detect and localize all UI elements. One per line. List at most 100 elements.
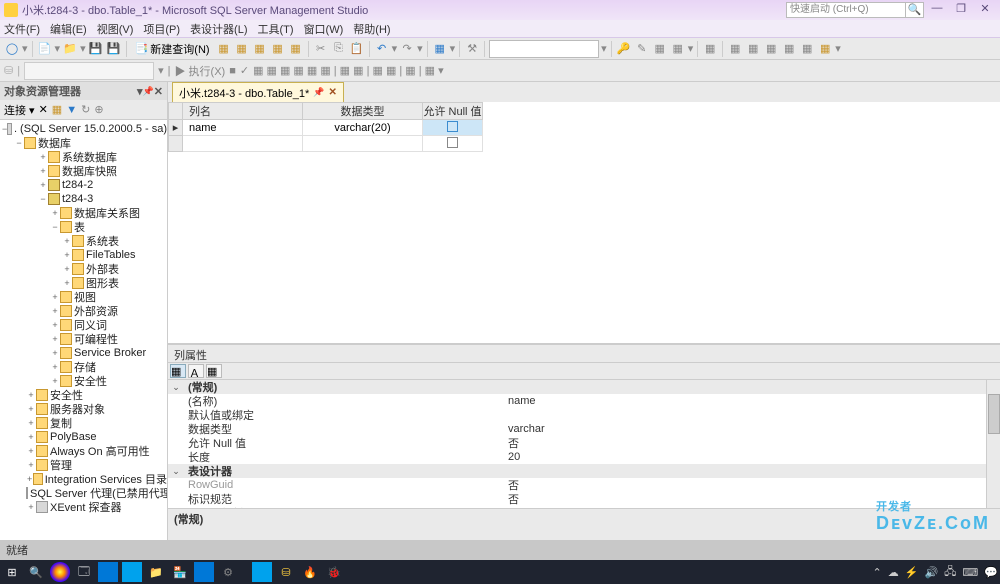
prop-row[interactable]: RowGuid否 [168, 478, 1000, 492]
close-button[interactable]: ✕ [974, 2, 996, 18]
pin-icon[interactable]: 📌 [143, 86, 154, 97]
tool-icon[interactable]: ▦ [670, 41, 686, 57]
start-button[interactable]: ⊞ [2, 562, 22, 582]
menu-file[interactable]: 文件(F) [4, 21, 40, 37]
task-icon[interactable]: 🏪 [170, 562, 190, 582]
tree-item[interactable]: +同义词 [0, 318, 167, 332]
tree-item[interactable]: +Integration Services 目录 [0, 472, 167, 486]
tool-icon[interactable]: ↻ [81, 103, 90, 116]
maximize-button[interactable]: ❐ [950, 2, 972, 18]
pin-icon[interactable]: 📌 [313, 87, 324, 98]
open-icon[interactable]: 📁 [62, 41, 78, 57]
tool-icon[interactable]: ▦ [817, 41, 833, 57]
menu-designer[interactable]: 表设计器(L) [190, 21, 247, 37]
tree-item[interactable]: +安全性 [0, 374, 167, 388]
alpha-icon[interactable]: Ａ [188, 364, 204, 378]
undo-icon[interactable]: ↶ [374, 41, 390, 57]
menu-help[interactable]: 帮助(H) [353, 21, 390, 37]
saveall-icon[interactable]: 💾 [106, 41, 122, 57]
tree-item[interactable]: −表 [0, 220, 167, 234]
tree-item[interactable]: +Always On 高可用性 [0, 444, 167, 458]
redo-icon[interactable]: ↷ [399, 41, 415, 57]
col-header-null[interactable]: 允许 Null 值 [423, 103, 483, 120]
tree-databases[interactable]: −数据库 [0, 136, 167, 150]
collapse-icon[interactable]: ⌄ [168, 466, 184, 477]
task-icon[interactable]: 🗔 [74, 562, 94, 582]
designer-grid[interactable]: 列名 数据类型 允许 Null 值 ▸ name varchar(20) [168, 102, 1000, 344]
tree-item[interactable]: +数据库快照 [0, 164, 167, 178]
categorized-icon[interactable]: ▦ [170, 364, 186, 378]
tree-item[interactable]: +XEvent 探查器 [0, 500, 167, 514]
properties-grid[interactable]: ⌄ (常规) (名称)name默认值或绑定数据类型varchar允许 Null … [168, 380, 1000, 508]
menu-window[interactable]: 窗口(W) [304, 21, 344, 37]
row-selector[interactable]: ▸ [169, 120, 183, 136]
copy-icon[interactable]: ⎘ [331, 41, 347, 57]
tree-item[interactable]: +t284-2 [0, 178, 167, 192]
prop-row[interactable]: 不用于复制否 [168, 506, 1000, 508]
tree-item[interactable]: +安全性 [0, 388, 167, 402]
tray-up-icon[interactable]: ⌃ [873, 566, 882, 579]
tree-server-root[interactable]: −. (SQL Server 15.0.2000.5 - sa) [0, 122, 167, 136]
tool-icon[interactable]: ⊕ [94, 103, 103, 116]
tray-icon[interactable]: 💬 [984, 566, 998, 579]
search-icon[interactable]: 🔍 [26, 562, 46, 582]
collapse-icon[interactable]: ⌄ [168, 382, 184, 393]
tray-icon[interactable]: ⚡ [905, 566, 919, 579]
scrollbar[interactable] [986, 380, 1000, 508]
tray-icon[interactable]: ☁ [888, 566, 899, 579]
task-icon[interactable] [194, 562, 214, 582]
tool-icon[interactable]: ▦ [652, 41, 668, 57]
checkbox-icon[interactable] [447, 121, 458, 132]
tool-icon[interactable]: ▦ [52, 103, 62, 116]
scroll-thumb[interactable] [988, 394, 1000, 434]
tree-item[interactable]: +存储 [0, 360, 167, 374]
task-icon[interactable] [122, 562, 142, 582]
tree-item[interactable]: +数据库关系图 [0, 206, 167, 220]
tree-item[interactable]: +图形表 [0, 276, 167, 290]
tree-item[interactable]: +外部资源 [0, 304, 167, 318]
tree-item[interactable]: +FileTables [0, 248, 167, 262]
tool-icon[interactable]: ⚒ [464, 41, 480, 57]
task-icon[interactable] [98, 562, 118, 582]
table-row[interactable]: ▸ name varchar(20) [169, 120, 483, 136]
task-icon[interactable] [252, 562, 272, 582]
tab-table-designer[interactable]: 小米.t284-3 - dbo.Table_1* 📌 ✕ [172, 82, 344, 102]
paste-icon[interactable]: 📋 [349, 41, 365, 57]
menu-project[interactable]: 项目(P) [143, 21, 180, 37]
close-icon[interactable]: ✕ [328, 87, 336, 98]
system-tray[interactable]: ⌃ ☁ ⚡ 🔊 🖧 ⌨ 💬 [873, 563, 998, 582]
combo[interactable] [489, 40, 599, 58]
col-header-type[interactable]: 数据类型 [303, 103, 423, 120]
tree-item[interactable]: +系统数据库 [0, 150, 167, 164]
tool-icon[interactable]: ▦ [432, 41, 448, 57]
prop-row[interactable]: 允许 Null 值否 [168, 436, 1000, 450]
tool-icon[interactable]: ▦ [270, 41, 286, 57]
filter-icon[interactable]: ▼ [66, 104, 77, 116]
tool-icon[interactable]: 🔑 [616, 41, 632, 57]
tool-icon[interactable]: ▦ [781, 41, 797, 57]
back-icon[interactable]: ◯ [4, 41, 20, 57]
tool-icon[interactable]: ▦ [252, 41, 268, 57]
tool-icon[interactable]: ✎ [634, 41, 650, 57]
tree-item[interactable]: +复制 [0, 416, 167, 430]
task-icon[interactable]: 📁 [146, 562, 166, 582]
cell-name[interactable]: name [183, 120, 303, 136]
tool-icon[interactable]: ✕ [39, 103, 48, 116]
cut-icon[interactable]: ✂ [313, 41, 329, 57]
tool-icon[interactable]: ▦ [799, 41, 815, 57]
menu-tools[interactable]: 工具(T) [258, 21, 294, 37]
tool-icon[interactable]: ▦ [288, 41, 304, 57]
search-icon[interactable]: 🔍 [906, 2, 924, 18]
task-icon[interactable]: 🔥 [300, 562, 320, 582]
cell-type[interactable]: varchar(20) [303, 120, 423, 136]
tool-icon[interactable]: ▦ [727, 41, 743, 57]
tree-item[interactable]: +视图 [0, 290, 167, 304]
tool-icon[interactable]: ▦ [234, 41, 250, 57]
task-icon[interactable]: ⛁ [276, 562, 296, 582]
tool-icon[interactable]: ▦ [216, 41, 232, 57]
prop-row[interactable]: 长度20 [168, 450, 1000, 464]
save-icon[interactable]: 💾 [88, 41, 104, 57]
minimize-button[interactable]: — [926, 2, 948, 18]
prop-category[interactable]: ⌄ (常规) [168, 380, 1000, 394]
tree-item[interactable]: +管理 [0, 458, 167, 472]
